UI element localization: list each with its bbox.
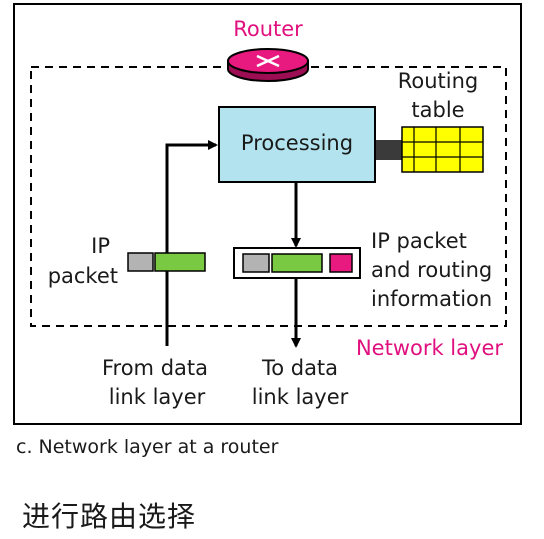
from-data-link-label-line2: link layer: [109, 385, 206, 409]
router-label: Router: [233, 17, 303, 41]
ip-packet-routing-label-line1: IP packet: [371, 229, 467, 253]
footer-text: 进行路由选择: [22, 500, 196, 533]
incoming-ip-packet: [127, 252, 206, 272]
to-data-link-label-line2: link layer: [252, 385, 349, 409]
ip-packet-routing-label-line3: information: [371, 287, 492, 311]
routing-table-label-line1: Routing: [398, 69, 479, 93]
routing-table-label-line2: table: [411, 98, 464, 122]
ip-packet-label-line2: packet: [48, 264, 118, 288]
router-icon: [227, 48, 309, 82]
incoming-arrow: [165, 140, 218, 346]
to-data-link-label-line1: To data: [261, 356, 338, 380]
figure-caption: c. Network layer at a router: [16, 436, 279, 458]
from-data-link-label-line1: From data: [102, 356, 208, 380]
network-layer-label: Network layer: [356, 336, 503, 360]
ip-packet-label-line1: IP: [91, 234, 110, 258]
routing-table-connector: [376, 140, 402, 160]
processing-label: Processing: [241, 131, 353, 155]
router-network-layer-diagram: Router Routing table Processing IP packe…: [13, 3, 522, 533]
outgoing-packet-with-routing: [233, 247, 361, 279]
routing-table: [401, 126, 484, 173]
ip-packet-routing-label-line2: and routing: [371, 258, 492, 282]
